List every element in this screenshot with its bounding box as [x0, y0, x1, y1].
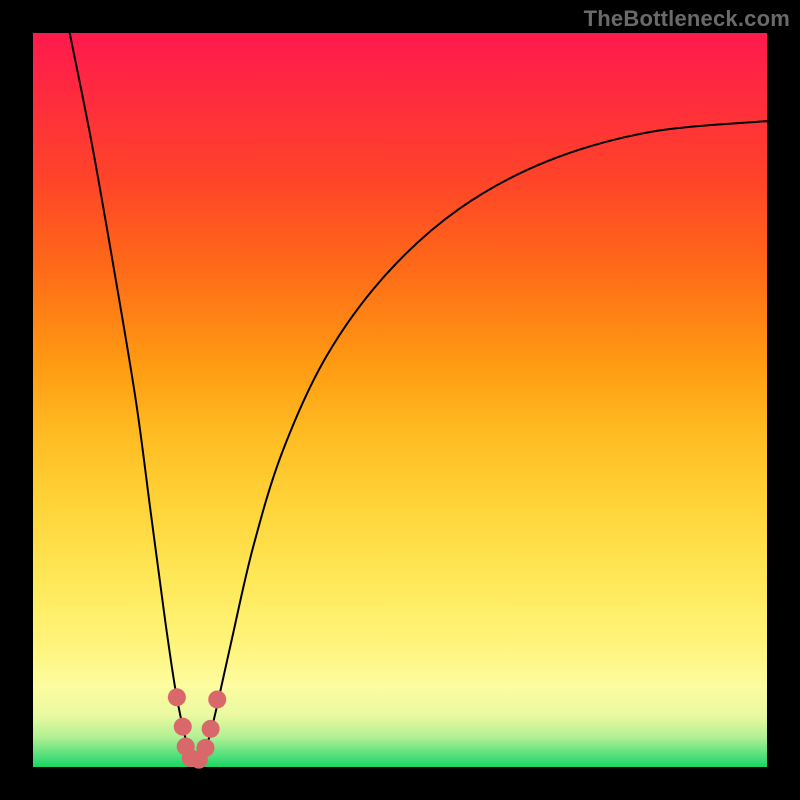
plot-area	[33, 33, 767, 767]
bottleneck-curve	[70, 33, 767, 764]
curve-marker	[196, 739, 214, 757]
curve-marker	[168, 688, 186, 706]
curve-svg	[33, 33, 767, 767]
curve-marker	[208, 690, 226, 708]
chart-frame: TheBottleneck.com	[0, 0, 800, 800]
curve-marker	[202, 720, 220, 738]
curve-marker	[174, 718, 192, 736]
curve-markers	[168, 688, 226, 768]
watermark-text: TheBottleneck.com	[584, 6, 790, 32]
